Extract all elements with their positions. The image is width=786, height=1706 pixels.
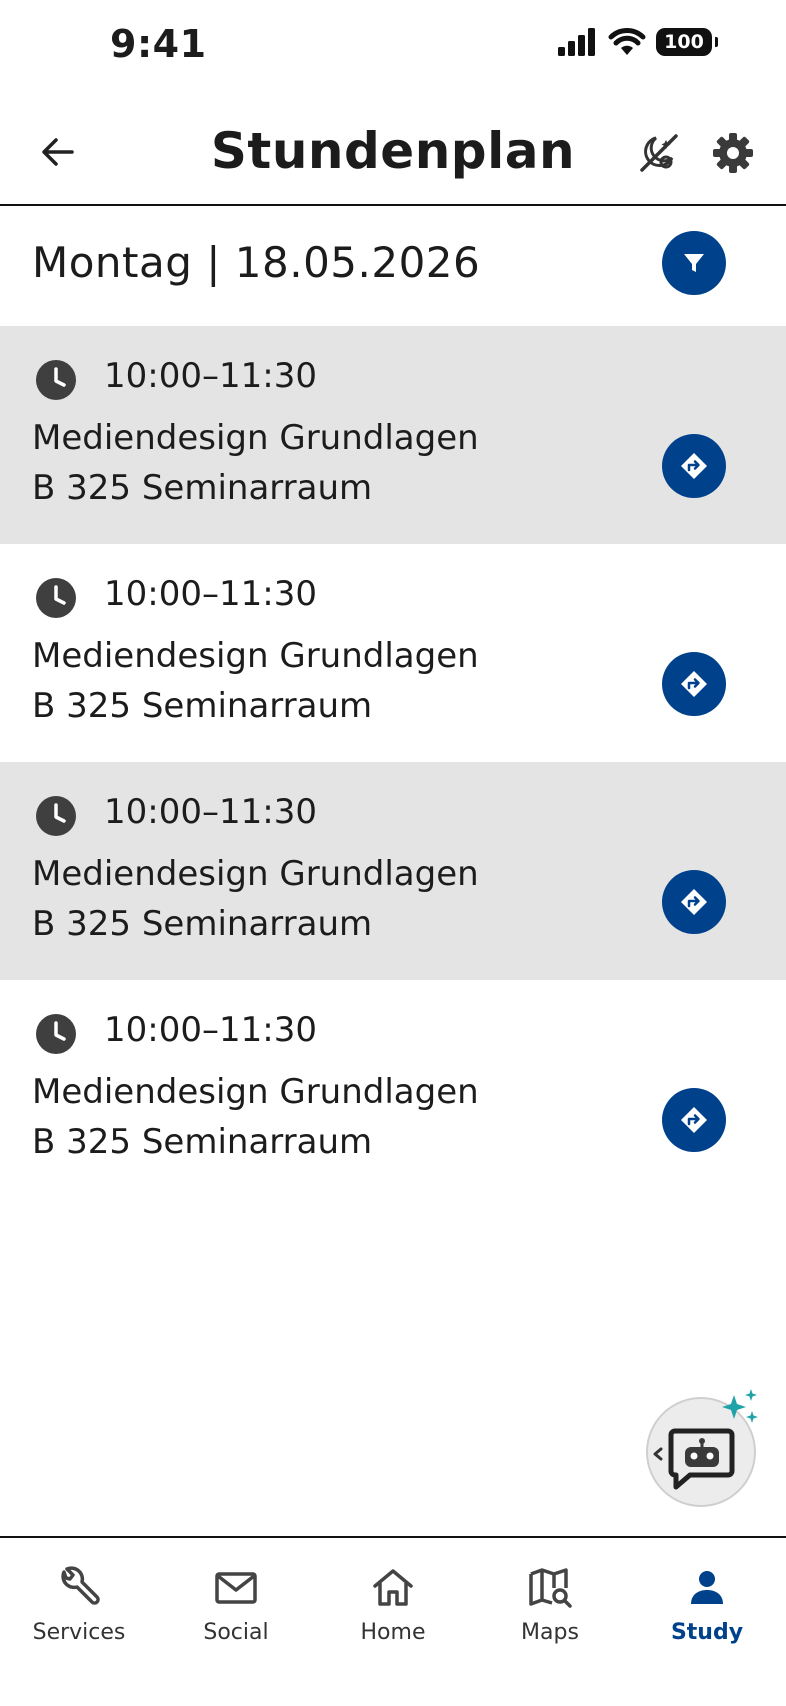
nav-label: Services <box>32 1620 126 1645</box>
dark-mode-toggle-icon <box>640 134 678 172</box>
course-name: Mediendesign Grundlagen <box>32 1072 479 1112</box>
sparkle-icon <box>722 1389 758 1423</box>
wifi-icon <box>608 28 646 55</box>
status-bar: 9:41 100 <box>0 0 786 96</box>
battery-level: 100 <box>664 31 704 53</box>
settings-button[interactable] <box>710 130 756 176</box>
nav-home[interactable]: Home <box>323 1564 463 1645</box>
home-icon <box>373 1569 413 1606</box>
directions-icon <box>681 453 707 479</box>
schedule-item[interactable]: 10:00–11:30 Mediendesign Grundlagen B 32… <box>0 762 786 980</box>
theme-toggle-button[interactable] <box>636 130 682 176</box>
filter-icon <box>684 254 704 272</box>
clock-icon <box>36 796 76 836</box>
gear-icon <box>713 133 753 173</box>
chatbot-button[interactable] <box>646 1389 758 1507</box>
directions-button[interactable] <box>662 652 726 716</box>
room-label: B 325 Seminarraum <box>32 686 373 726</box>
nav-study[interactable]: Study <box>637 1564 777 1645</box>
map-search-icon <box>529 1568 572 1608</box>
cellular-signal-icon <box>558 28 595 56</box>
nav-label: Social <box>203 1620 269 1645</box>
schedule-item[interactable]: 10:00–11:30 Mediendesign Grundlagen B 32… <box>0 544 786 762</box>
directions-button[interactable] <box>662 1088 726 1152</box>
person-icon <box>691 1571 723 1604</box>
schedule-time: 10:00–11:30 <box>104 792 317 832</box>
directions-icon <box>681 889 707 915</box>
nav-label: Maps <box>521 1620 579 1645</box>
bottom-navigation: Services Social Home Maps Study <box>0 1536 786 1706</box>
room-label: B 325 Seminarraum <box>32 904 373 944</box>
nav-social[interactable]: Social <box>166 1564 306 1645</box>
schedule-time: 10:00–11:30 <box>104 1010 317 1050</box>
filter-button[interactable] <box>662 231 726 295</box>
nav-services[interactable]: Services <box>9 1564 149 1645</box>
room-label: B 325 Seminarraum <box>32 1122 373 1162</box>
directions-icon <box>681 1107 707 1133</box>
wrench-icon <box>61 1566 100 1605</box>
nav-label: Home <box>360 1620 426 1645</box>
app-header: Stundenplan <box>0 96 786 206</box>
mail-icon <box>215 1572 257 1604</box>
course-name: Mediendesign Grundlagen <box>32 418 479 458</box>
clock-icon <box>36 1014 76 1054</box>
clock-icon <box>36 360 76 400</box>
date-label: Montag | 18.05.2026 <box>32 238 481 287</box>
schedule-time: 10:00–11:30 <box>104 574 317 614</box>
directions-button[interactable] <box>662 870 726 934</box>
course-name: Mediendesign Grundlagen <box>32 636 479 676</box>
status-time: 9:41 <box>110 22 207 66</box>
room-label: B 325 Seminarraum <box>32 468 373 508</box>
directions-icon <box>681 671 707 697</box>
nav-label: Study <box>670 1620 744 1645</box>
clock-icon <box>36 578 76 618</box>
schedule-list: 10:00–11:30 Mediendesign Grundlagen B 32… <box>0 326 786 1198</box>
course-name: Mediendesign Grundlagen <box>32 854 479 894</box>
directions-button[interactable] <box>662 434 726 498</box>
schedule-time: 10:00–11:30 <box>104 356 317 396</box>
schedule-item[interactable]: 10:00–11:30 Mediendesign Grundlagen B 32… <box>0 326 786 544</box>
schedule-item[interactable]: 10:00–11:30 Mediendesign Grundlagen B 32… <box>0 980 786 1198</box>
battery-indicator: 100 <box>656 28 718 56</box>
nav-maps[interactable]: Maps <box>480 1564 620 1645</box>
